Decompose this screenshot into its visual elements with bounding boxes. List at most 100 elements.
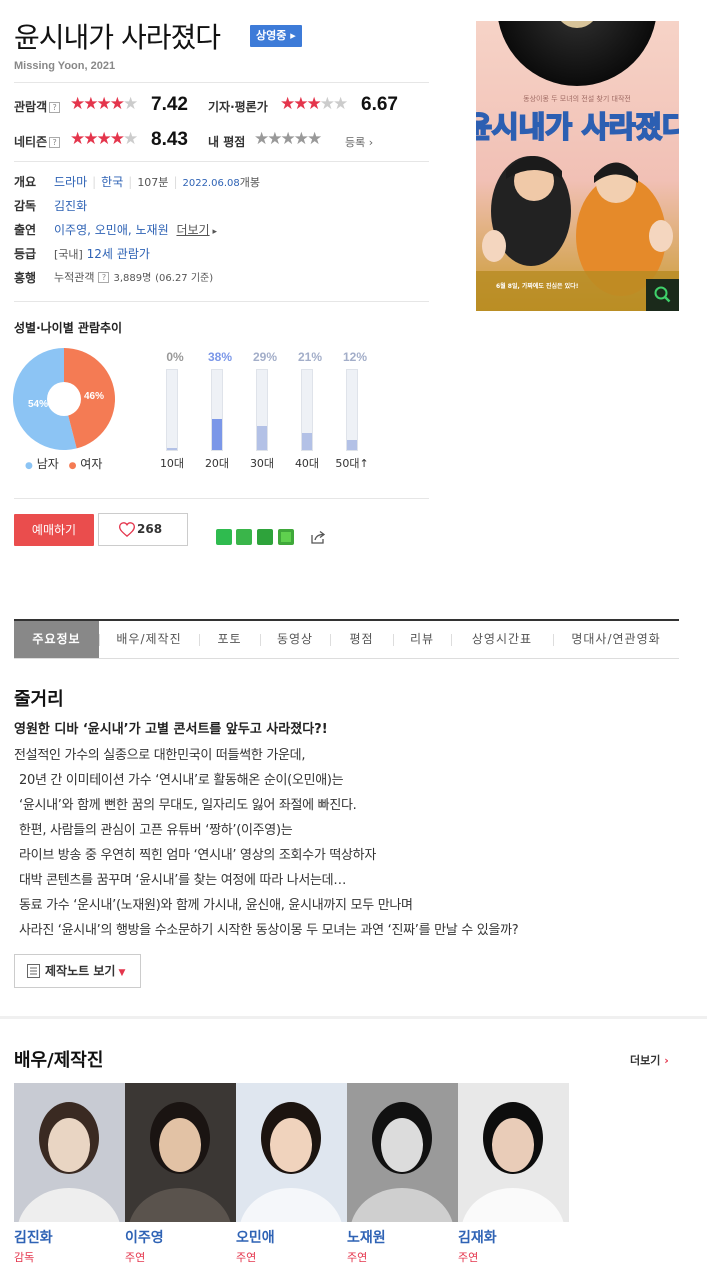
tab-4[interactable]: 평점 xyxy=(330,621,393,658)
critic-stars: ★★★★★ xyxy=(280,94,348,114)
synopsis-line: 전설적인 가수의 실종으로 대한민국이 떠들썩한 가운데, xyxy=(14,748,306,763)
tab-separator xyxy=(260,634,261,646)
cast-name[interactable]: 김진화 xyxy=(14,1227,53,1247)
tab-7[interactable]: 명대사/연관영화 xyxy=(553,621,679,658)
gender-legend: ● 남자 ● 여자 xyxy=(25,457,103,471)
age-bar xyxy=(212,419,222,450)
tab-6[interactable]: 상영시간표 xyxy=(451,621,553,658)
age-pct-label: 12% xyxy=(342,350,368,364)
cast-photo[interactable] xyxy=(14,1083,125,1222)
age-bar-track xyxy=(256,369,268,451)
person-photo xyxy=(236,1083,347,1222)
tab-3[interactable]: 동영상 xyxy=(260,621,330,658)
age-pct-label: 21% xyxy=(297,350,323,364)
release-date-link[interactable]: 2022.06.08 xyxy=(182,178,239,189)
divider xyxy=(14,498,429,499)
synopsis-line: 대박 콘텐츠를 꿈꾸며 ‘윤시내’를 찾는 여정에 따라 나서는데… xyxy=(19,873,347,888)
divider xyxy=(14,82,429,83)
help-icon[interactable]: ? xyxy=(49,137,61,148)
audience-score: 7.42 xyxy=(151,94,188,115)
cast-links[interactable]: 이주영, 오민애, 노재원 xyxy=(54,223,169,237)
cast-photo[interactable] xyxy=(125,1083,236,1222)
age-label: 20대 xyxy=(204,457,230,470)
caret-down-icon: ▼ xyxy=(115,968,126,978)
tab-0[interactable]: 주요정보 xyxy=(14,621,99,658)
cast-name[interactable]: 김재화 xyxy=(458,1227,497,1247)
movie-title: 윤시내가 사라졌다 xyxy=(14,21,221,54)
cast-photo[interactable] xyxy=(347,1083,458,1222)
tab-separator xyxy=(451,634,452,646)
reserve-button[interactable]: 예매하기 xyxy=(14,514,94,546)
tab-1[interactable]: 배우/제작진 xyxy=(99,621,199,658)
movie-poster[interactable]: 동상이몽 두 모녀의 전설 찾기 대작전 윤시내가 사라졌다 6월 8일, 가짜… xyxy=(476,21,679,311)
synopsis-heading: 줄거리 xyxy=(14,689,64,710)
zoom-button[interactable] xyxy=(646,279,679,311)
help-icon[interactable]: ? xyxy=(49,102,61,113)
tab-2[interactable]: 포토 xyxy=(199,621,260,658)
tab-separator xyxy=(199,634,200,646)
gender-pie-chart: 54% 46% xyxy=(13,348,116,450)
grade-link[interactable]: 12세 관람가 xyxy=(87,247,150,261)
grade-label: 등급 xyxy=(14,247,37,261)
female-pct-label: 46% xyxy=(84,391,104,402)
like-count: 268 xyxy=(137,522,163,536)
divider xyxy=(14,301,429,302)
cast-role: 주연 xyxy=(347,1251,368,1264)
keep-share-icon[interactable] xyxy=(278,529,294,545)
cast-photo[interactable] xyxy=(236,1083,347,1222)
synopsis-line: 사라진 ‘윤시내’의 행방을 수소문하기 시작한 동상이몽 두 모녀는 과연 ‘… xyxy=(19,923,519,938)
age-bar xyxy=(257,426,267,450)
synopsis-line: 한편, 사람들의 관심이 고픈 유튜버 ‘짱하’(이주영)는 xyxy=(19,823,293,838)
director-link[interactable]: 김진화 xyxy=(54,197,87,214)
cast-more-link[interactable]: 더보기 xyxy=(176,223,209,237)
critic-rating-label: 기자·평론가 xyxy=(208,100,268,114)
director-label: 감독 xyxy=(14,199,37,213)
country-link[interactable]: 한국 xyxy=(101,175,123,189)
cast-name[interactable]: 노재원 xyxy=(347,1227,386,1247)
cast-name[interactable]: 이주영 xyxy=(125,1227,164,1247)
audience-stars: ★★★★★ xyxy=(70,94,138,114)
cast-name[interactable]: 오민애 xyxy=(236,1227,275,1247)
netizen-stars: ★★★★★ xyxy=(70,129,138,149)
tab-5[interactable]: 리뷰 xyxy=(393,621,451,658)
boxoffice-row: 누적관객? 3,889명 (06.27 기준) xyxy=(54,271,214,284)
age-label: 40대 xyxy=(294,457,320,470)
cafe-share-icon[interactable] xyxy=(236,529,252,545)
rate-register-link[interactable]: 등록 › xyxy=(345,134,373,150)
status-badge[interactable]: 상영중 ▸ xyxy=(250,25,302,47)
netizen-rating-label: 네티즌? xyxy=(14,133,61,150)
synopsis-line: 동료 가수 ‘운시내’(노재원)와 함께 가시내, 윤신애, 윤시내까지 모두 … xyxy=(19,898,413,913)
production-notes-button[interactable]: 제작노트 보기 ▼ xyxy=(14,954,141,988)
magnifier-icon xyxy=(654,286,671,303)
bookmark-share-icon[interactable] xyxy=(257,529,273,545)
svg-text:동상이몽 두 모녀의 전설 찾기 대작전: 동상이몽 두 모녀의 전설 찾기 대작전 xyxy=(523,94,631,103)
demographics-title: 성별·나이별 관람추이 xyxy=(14,321,123,335)
age-pct-label: 29% xyxy=(252,350,278,364)
blog-share-icon[interactable] xyxy=(216,529,232,545)
age-label: 50대↑ xyxy=(335,457,369,470)
person-photo xyxy=(458,1083,569,1222)
share-icon[interactable] xyxy=(310,529,326,545)
age-label: 30대 xyxy=(249,457,275,470)
my-rating-stars[interactable]: ★★★★★ xyxy=(254,129,322,149)
heart-icon xyxy=(119,522,135,537)
divider xyxy=(14,161,429,162)
cast-more-link[interactable]: 더보기 › xyxy=(630,1052,669,1068)
tab-separator xyxy=(393,634,394,646)
synopsis-line: 20년 간 이미테이션 가수 ‘연시내’로 활동해온 순이(오민애)는 xyxy=(19,773,344,788)
help-icon[interactable]: ? xyxy=(98,272,110,283)
age-label: 10대 xyxy=(159,457,185,470)
like-button[interactable]: 268 xyxy=(98,513,188,546)
grade-row: [국내] 12세 관람가 xyxy=(54,247,150,261)
age-bar xyxy=(347,440,357,450)
legend-dot-female: ● xyxy=(68,461,77,471)
legend-dot-male: ● xyxy=(25,461,33,471)
genre-link[interactable]: 드라마 xyxy=(54,175,87,189)
age-bar xyxy=(302,433,312,450)
pie-hole xyxy=(47,382,81,416)
cast-photo[interactable] xyxy=(458,1083,569,1222)
age-bar-track xyxy=(166,369,178,451)
overview-label: 개요 xyxy=(14,175,37,189)
cast-role: 감독 xyxy=(14,1251,35,1264)
runtime: 107분 xyxy=(137,176,169,189)
